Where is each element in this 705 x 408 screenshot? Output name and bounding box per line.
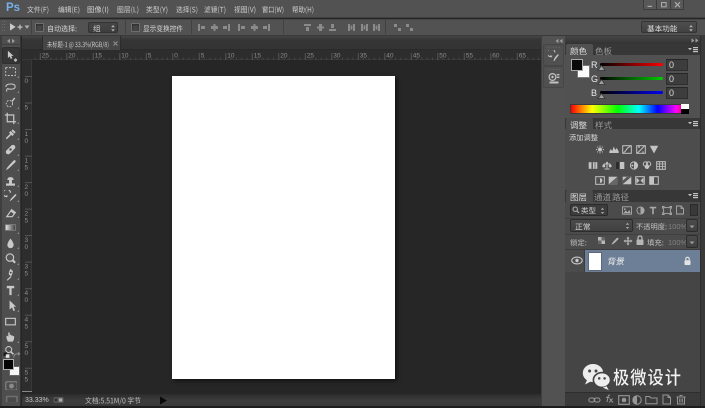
svg-text:10: 10 — [121, 53, 129, 60]
svg-text:20: 20 — [68, 53, 76, 60]
svg-text:3: 3 — [25, 237, 29, 244]
svg-text:55: 55 — [466, 53, 474, 60]
svg-text:3: 3 — [25, 264, 29, 271]
svg-text:4: 4 — [25, 290, 29, 297]
svg-text:5: 5 — [201, 53, 205, 60]
svg-text:60: 60 — [492, 53, 500, 60]
svg-text:40: 40 — [386, 53, 394, 60]
svg-text:5: 5 — [25, 370, 29, 377]
svg-text:0: 0 — [25, 297, 29, 304]
svg-text:5: 5 — [25, 377, 29, 384]
svg-text:0: 0 — [25, 138, 29, 145]
svg-text:25: 25 — [42, 53, 50, 60]
svg-text:15: 15 — [254, 53, 262, 60]
svg-text:20: 20 — [280, 53, 288, 60]
svg-text:30: 30 — [333, 53, 341, 60]
svg-text:5: 5 — [25, 324, 29, 331]
svg-text:0: 0 — [174, 53, 178, 60]
svg-text:65: 65 — [519, 53, 527, 60]
svg-text:0: 0 — [25, 350, 29, 357]
svg-text:2: 2 — [25, 184, 29, 191]
svg-text:0: 0 — [25, 244, 29, 251]
svg-text:5: 5 — [25, 271, 29, 278]
svg-text:15: 15 — [95, 53, 103, 60]
svg-text:5: 5 — [25, 105, 29, 112]
svg-text:50: 50 — [439, 53, 447, 60]
svg-text:0: 0 — [25, 191, 29, 198]
svg-text:5: 5 — [148, 53, 152, 60]
svg-text:5: 5 — [25, 165, 29, 172]
svg-text:10: 10 — [227, 53, 235, 60]
svg-text:2: 2 — [25, 211, 29, 218]
svg-text:35: 35 — [360, 53, 368, 60]
svg-text:4: 4 — [25, 317, 29, 324]
svg-text:1: 1 — [25, 131, 29, 138]
svg-text:45: 45 — [413, 53, 421, 60]
svg-text:25: 25 — [307, 53, 315, 60]
svg-text:0: 0 — [25, 78, 29, 85]
svg-text:5: 5 — [25, 343, 29, 350]
svg-text:1: 1 — [25, 158, 29, 165]
svg-text:5: 5 — [25, 218, 29, 225]
